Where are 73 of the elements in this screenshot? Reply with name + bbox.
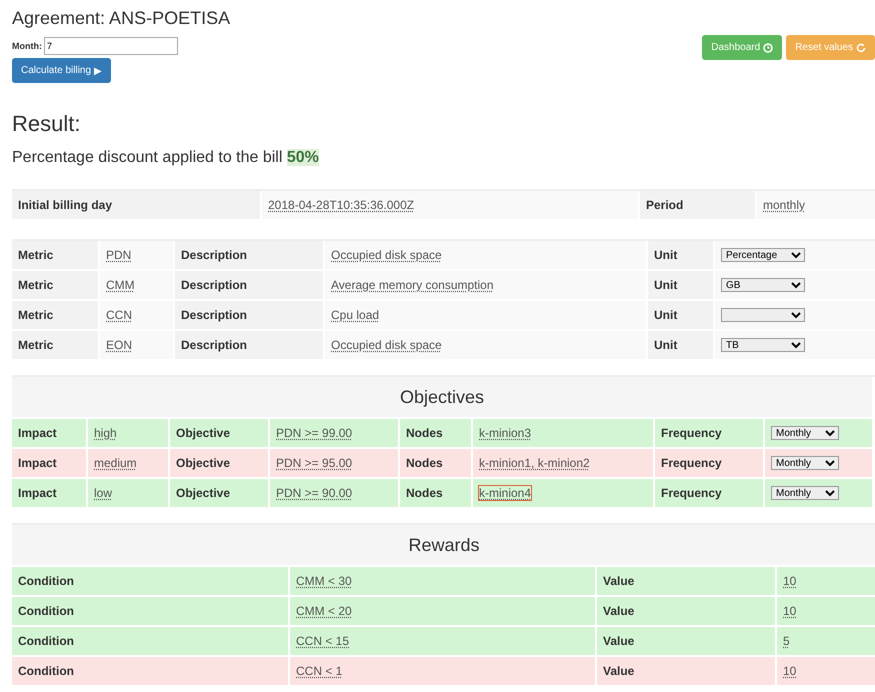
refresh-icon [856,42,866,52]
condition-link[interactable]: CCN < 1 [296,664,342,678]
field-label: Unit [648,301,713,329]
result-heading: Result: [12,111,80,137]
nodes-link[interactable]: k-minion3 [479,426,532,440]
field-label: Objective [170,479,268,507]
field-label: Condition [12,597,288,625]
unit-dropdown[interactable]: Percentage [721,248,805,262]
impact-link[interactable]: low [94,486,112,500]
field-label: Value [597,657,775,685]
date-link[interactable]: 2018-04-28T10:35:36.000Z [268,198,414,212]
field-label: Impact [12,419,86,447]
unit-dropdown[interactable] [721,308,805,322]
field-label: Value [597,597,775,625]
field-label: Value [597,567,775,595]
metric-link[interactable]: CCN [106,308,132,322]
field-label: Description [175,331,323,359]
field-label: Impact [12,449,86,477]
month-label: Month: [12,41,42,51]
field-label: Description [175,301,323,329]
period-link[interactable]: monthly [763,198,806,212]
field-label: Objective [170,419,268,447]
field-label: Nodes [400,419,471,447]
impact-link[interactable]: high [94,426,117,440]
field-label: Unit [648,331,713,359]
unit-dropdown[interactable]: TB [721,338,805,352]
condition-link[interactable]: CMM < 30 [296,574,352,588]
field-label: Frequency [655,419,763,447]
field-label: Description [175,271,323,299]
metric-link[interactable]: PDN [106,248,132,262]
field-label: Metric [12,271,98,299]
discount-text: Percentage discount applied to the bill 50% [12,149,319,167]
field-label: Condition [12,657,288,685]
condition-link[interactable]: CMM < 20 [296,604,352,618]
month-field[interactable]: 7 [44,37,178,55]
field-label: Metric [12,301,98,329]
field-label: Frequency [655,479,763,507]
section-heading: Rewards [12,525,875,565]
field-label: Value [597,627,775,655]
field-label: Unit [648,241,713,269]
page-title: Agreement: ANS-POETISA [12,7,230,30]
metric-link[interactable]: EON [106,338,132,352]
field-label: Description [175,241,323,269]
frequency-dropdown[interactable]: Monthly [771,426,839,440]
description-link[interactable]: Cpu load [331,308,380,322]
description-link[interactable]: Occupied disk space [331,248,442,262]
nodes-link[interactable]: k-minion4 [479,486,532,500]
field-label: Condition [12,627,288,655]
field-label: Impact [12,479,86,507]
field-label: Condition [12,567,288,595]
clock-icon [763,42,774,52]
condition-link[interactable]: CCN < 15 [296,634,350,648]
field-label: Unit [648,271,713,299]
section-heading: Objectives [12,377,872,417]
frequency-dropdown[interactable]: Monthly [771,486,839,500]
unit-dropdown[interactable]: GB [721,278,805,292]
description-link[interactable]: Occupied disk space [331,338,442,352]
field-label: Metric [12,331,98,359]
field-label: Frequency [655,449,763,477]
calculate-button[interactable]: Calculate billing ▶ [12,58,112,83]
field-label: Initial billing day [12,191,260,219]
value-link[interactable]: 5 [783,634,790,648]
value-link[interactable]: 10 [783,574,796,588]
metric-link[interactable]: CMM [106,278,135,292]
play-icon: ▶ [94,64,102,76]
value-link[interactable]: 10 [783,604,796,618]
value-link[interactable]: 10 [783,664,796,678]
field-label: Nodes [400,479,471,507]
frequency-dropdown[interactable]: Monthly [771,456,839,470]
field-label: Objective [170,449,268,477]
field-label: Metric [12,241,98,269]
field-label: Period [640,191,755,219]
field-label: Nodes [400,449,471,477]
